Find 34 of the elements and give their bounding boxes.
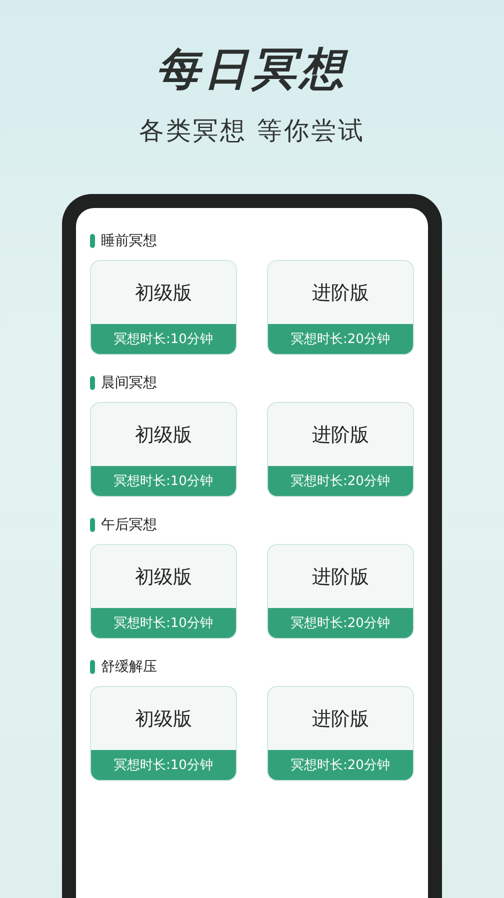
card-title: 初级版 [134, 706, 193, 732]
duration-label: 冥想时长:10分钟 [91, 750, 236, 780]
meditation-card[interactable]: 进阶版 冥想时长:20分钟 [267, 260, 414, 355]
section-marker [90, 234, 95, 248]
subtitle: 各类冥想 等你尝试 [139, 115, 365, 147]
card-title: 初级版 [134, 422, 193, 448]
duration-label: 冥想时长:20分钟 [268, 466, 413, 496]
card-title: 进阶版 [311, 280, 370, 306]
card-title: 进阶版 [311, 564, 370, 590]
card-title: 进阶版 [311, 422, 370, 448]
meditation-card[interactable]: 进阶版 冥想时长:20分钟 [267, 402, 414, 497]
section-title: 晨间冥想 [101, 374, 157, 392]
card-title: 初级版 [134, 280, 193, 306]
meditation-card[interactable]: 初级版 冥想时长:10分钟 [90, 402, 237, 497]
section-title: 睡前冥想 [101, 232, 157, 250]
duration-label: 冥想时长:10分钟 [91, 466, 236, 496]
section-title: 舒缓解压 [101, 658, 157, 676]
duration-label: 冥想时长:20分钟 [268, 750, 413, 780]
meditation-card[interactable]: 初级版 冥想时长:10分钟 [90, 686, 237, 781]
card-title: 进阶版 [311, 706, 370, 732]
meditation-card[interactable]: 初级版 冥想时长:10分钟 [90, 544, 237, 639]
duration-label: 冥想时长:20分钟 [268, 324, 413, 354]
section-title: 午后冥想 [101, 516, 157, 534]
duration-label: 冥想时长:10分钟 [91, 608, 236, 638]
section-marker [90, 518, 95, 532]
card-title: 初级版 [134, 564, 193, 590]
section-marker [90, 376, 95, 390]
headline: 每日冥想 [156, 43, 348, 97]
duration-label: 冥想时长:20分钟 [268, 608, 413, 638]
meditation-card[interactable]: 进阶版 冥想时长:20分钟 [267, 686, 414, 781]
section-marker [90, 660, 95, 674]
meditation-card[interactable]: 进阶版 冥想时长:20分钟 [267, 544, 414, 639]
duration-label: 冥想时长:10分钟 [91, 324, 236, 354]
meditation-card[interactable]: 初级版 冥想时长:10分钟 [90, 260, 237, 355]
